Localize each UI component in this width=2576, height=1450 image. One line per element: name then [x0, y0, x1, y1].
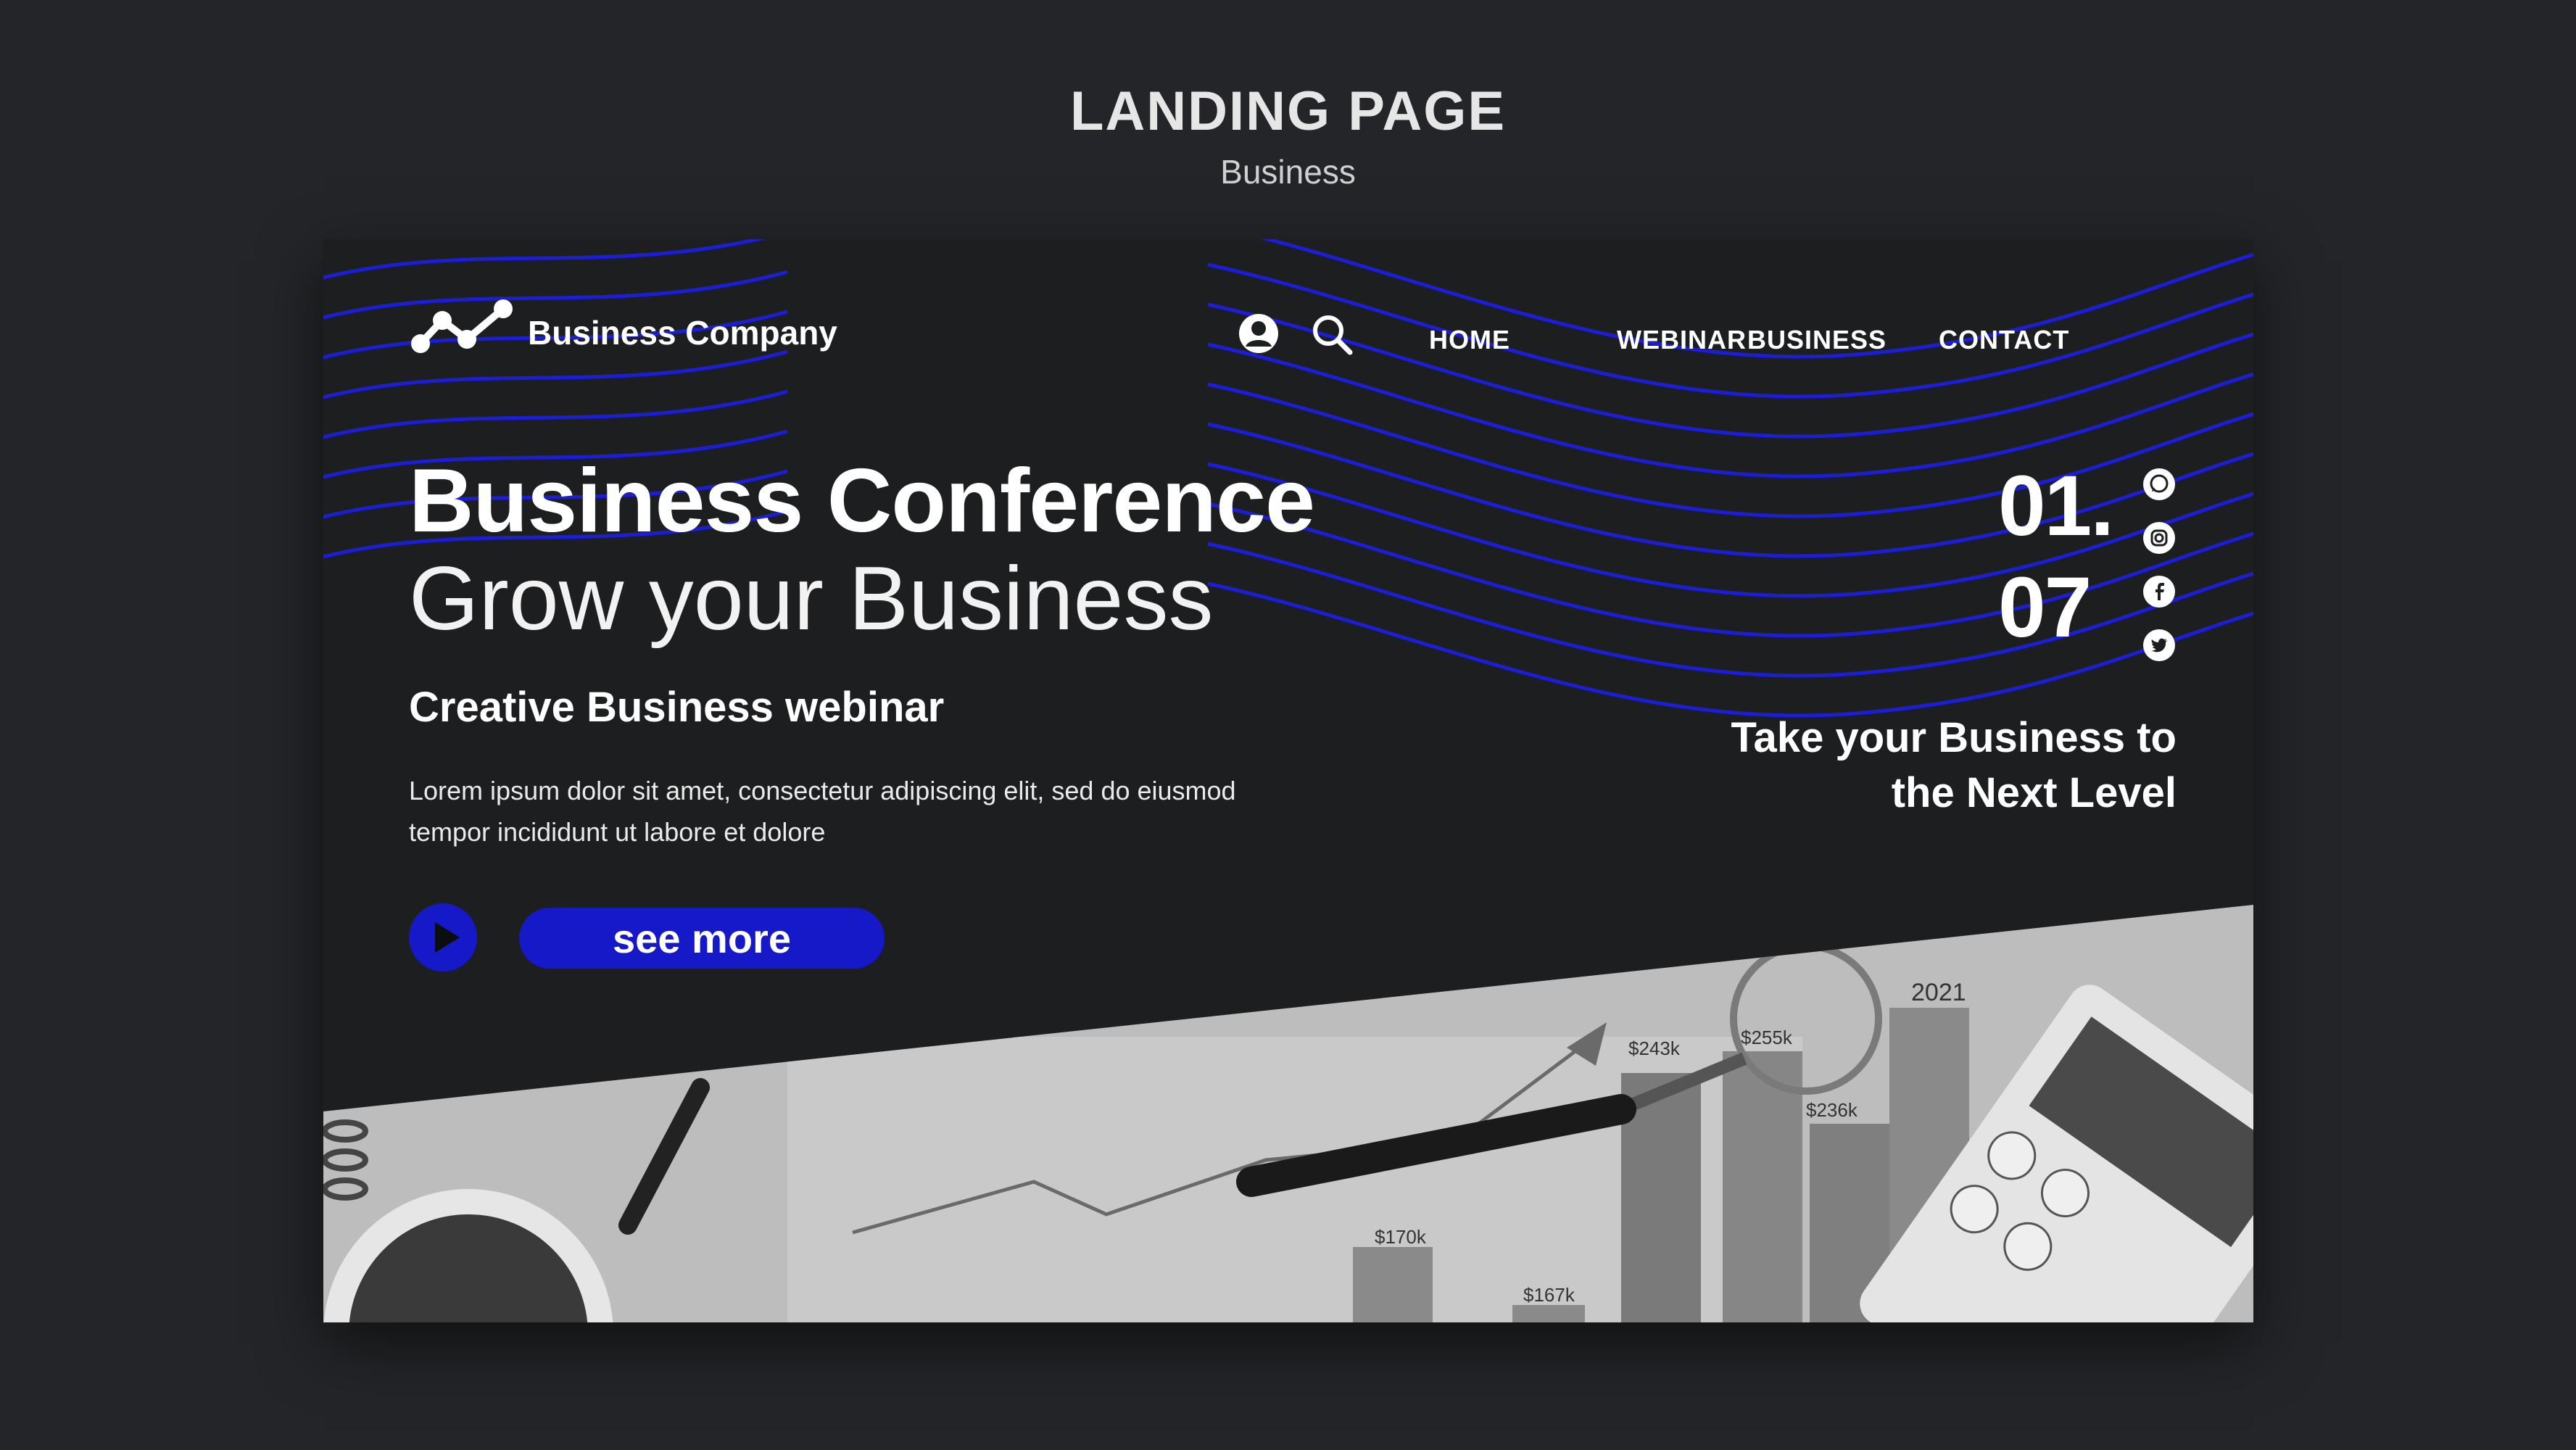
user-icon[interactable]: [1237, 312, 1280, 355]
hero-title: Business Conference: [409, 451, 1315, 551]
play-button[interactable]: [409, 903, 477, 972]
brand-logo[interactable]: Business Company: [409, 297, 837, 355]
page-header-subtitle: Business: [1220, 153, 1356, 191]
social-whatsapp[interactable]: [2143, 468, 2175, 500]
bar-label-170k: $170k: [1375, 1226, 1427, 1248]
page-header-title: LANDING PAGE: [1069, 80, 1507, 142]
see-more-button[interactable]: see more: [519, 908, 885, 969]
hero-body-text: Lorem ipsum dolor sit amet, consectetur …: [409, 776, 1236, 847]
promo-line-2: the Next Level: [1891, 769, 2177, 816]
slide-total: 07: [1998, 560, 2092, 655]
chart-year-label: 2021: [1911, 979, 1966, 1006]
bar-label-167k: $167k: [1523, 1284, 1575, 1306]
promo-line-1: Take your Business to: [1731, 714, 2177, 761]
nav-contact[interactable]: CONTACT: [1939, 325, 2069, 355]
bar-label-243k: $243k: [1628, 1037, 1681, 1059]
nav-webinar[interactable]: WEBINAR: [1617, 325, 1747, 355]
brand-name: Business Company: [528, 314, 837, 352]
facebook-icon: [2155, 583, 2164, 600]
bar-label-255k: $255k: [1741, 1027, 1793, 1048]
social-facebook[interactable]: [2143, 576, 2175, 608]
play-icon: [435, 922, 460, 953]
slide-current: 01.: [1998, 458, 2114, 554]
whatsapp-icon: [2150, 474, 2169, 493]
nav-home[interactable]: HOME: [1429, 325, 1510, 355]
search-icon[interactable]: [1309, 312, 1354, 357]
instagram-icon: [2150, 529, 2168, 547]
twitter-icon: [2151, 638, 2167, 652]
social-twitter[interactable]: [2143, 629, 2175, 661]
landing-page-card: $170k $167k $243k $255k $236k 2021 Busin…: [323, 239, 2253, 1322]
trend-line-logo-icon: [411, 299, 513, 353]
bar-label-236k: $236k: [1806, 1099, 1858, 1121]
hero-tagline: Creative Business webinar: [409, 684, 945, 731]
social-instagram[interactable]: [2143, 522, 2175, 554]
nav-business[interactable]: BUSINESS: [1747, 325, 1887, 355]
promo-tagline: Take your Business to the Next Level: [1596, 710, 2177, 821]
hero-subtitle: Grow your Business: [409, 549, 1214, 649]
